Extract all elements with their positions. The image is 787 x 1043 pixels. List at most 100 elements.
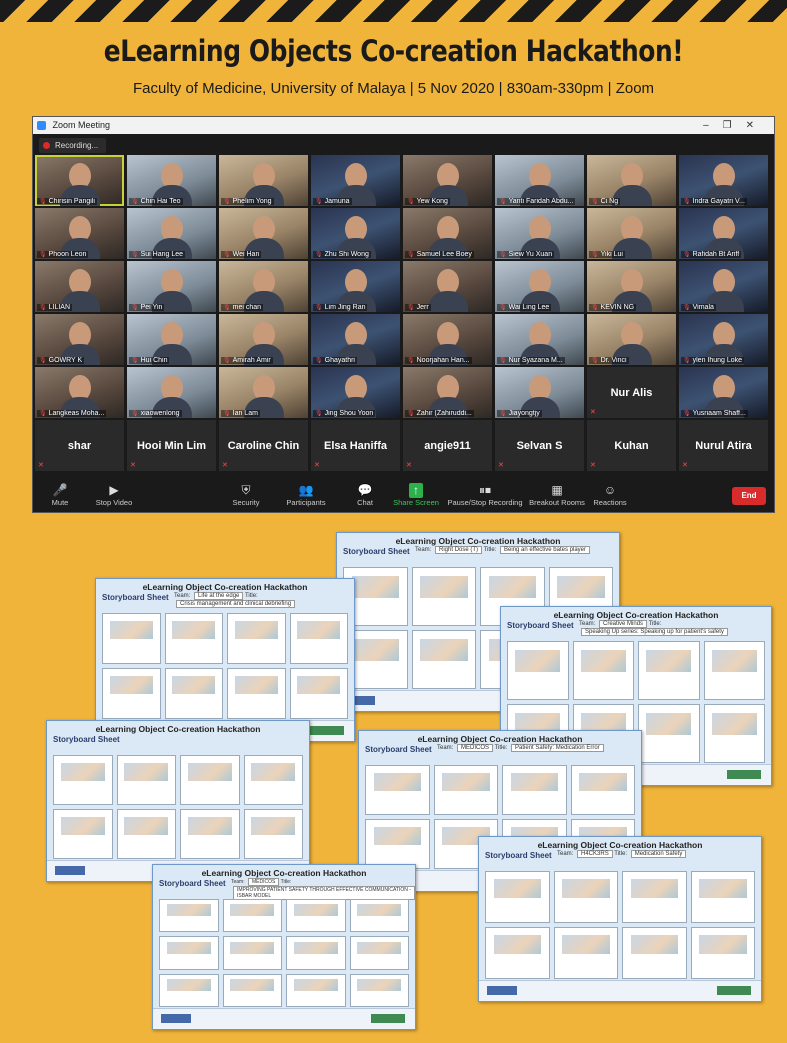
muted-mic-icon: 🎙: [131, 199, 139, 205]
muted-mic-icon: 🎙: [407, 252, 415, 258]
participant-tile[interactable]: 🎙 mei chan: [219, 261, 308, 312]
participant-tile[interactable]: 🎙 Vimala: [679, 261, 768, 312]
participant-tile[interactable]: 🎙 Samuel Lee Boey: [403, 208, 492, 259]
participant-tile[interactable]: angie911 ✕: [403, 420, 492, 471]
participant-tile[interactable]: 🎙 Nur Syazana M...: [495, 314, 584, 365]
sheet-team-title: Team: Right Dose (T) Title: Being an eff…: [415, 546, 590, 554]
muted-mic-icon: 🎙: [407, 305, 415, 311]
participant-tile[interactable]: 🎙 Zhu Shi Wong: [311, 208, 400, 259]
participant-tile[interactable]: 🎙 Ci Ng: [587, 155, 676, 206]
participant-name: angie911: [424, 439, 471, 452]
muted-mic-icon: ✕: [406, 462, 412, 469]
muted-mic-icon: 🎙: [131, 358, 139, 364]
mute-button[interactable]: 🎤 Mute: [45, 483, 75, 507]
sheet-header: eLearning Object Co-creation Hackathon: [142, 582, 308, 592]
participant-tile[interactable]: 🎙 xiaowenlong: [127, 367, 216, 418]
storyboard-sheet: eLearning Object Co-creation Hackathon S…: [478, 836, 762, 1002]
participant-tile[interactable]: 🎙 KEVIN NG: [587, 261, 676, 312]
participant-tile[interactable]: 🎙 Dr. Vinci: [587, 314, 676, 365]
muted-mic-icon: 🎙: [407, 199, 415, 205]
participant-tile[interactable]: 🎙 Sui Hang Lee: [127, 208, 216, 259]
participant-tile[interactable]: 🎙 Pei Yin: [127, 261, 216, 312]
participant-tile[interactable]: 🎙 Phelim Yong: [219, 155, 308, 206]
participant-tile[interactable]: 🎙 Wai Ling Lee: [495, 261, 584, 312]
participant-tile[interactable]: 🎙 Ghayathri: [311, 314, 400, 365]
sheet-team-title: Team: Creative Minds Title: Speaking Up …: [579, 620, 771, 636]
participant-tile[interactable]: 🎙 Siew Yu Xuan: [495, 208, 584, 259]
participant-tile[interactable]: 🎙 Hui Chin: [127, 314, 216, 365]
participant-tile[interactable]: Caroline Chin ✕: [219, 420, 308, 471]
participant-tile[interactable]: Kuhan ✕: [587, 420, 676, 471]
muted-mic-icon: 🎙: [683, 358, 691, 364]
poster-title: eLearning Objects Co-creation Hackathon!: [103, 34, 684, 68]
breakout-rooms-button[interactable]: ▦ Breakout Rooms: [529, 483, 585, 507]
security-button[interactable]: ⛨ Security: [229, 483, 263, 507]
participant-tile[interactable]: Elsa Haniffa ✕: [311, 420, 400, 471]
window-controls[interactable]: –❐✕: [703, 117, 768, 134]
muted-mic-icon: 🎙: [407, 358, 415, 364]
participant-tile[interactable]: Nurul Atira ✕: [679, 420, 768, 471]
participant-name: 🎙 Ghayathri: [313, 357, 357, 364]
muted-mic-icon: 🎙: [131, 305, 139, 311]
participant-tile[interactable]: 🎙 Ian Lam: [219, 367, 308, 418]
participant-tile[interactable]: 🎙 Jamuna: [311, 155, 400, 206]
participant-tile[interactable]: 🎙 Yew Kong: [403, 155, 492, 206]
participant-tile[interactable]: 🎙 Wei Han: [219, 208, 308, 259]
participant-tile[interactable]: 🎙 Yusriaam Shaff...: [679, 367, 768, 418]
participant-tile[interactable]: 🎙 Chirisin Pangili: [35, 155, 124, 206]
participant-tile[interactable]: 🎙 Noorjahan Han...: [403, 314, 492, 365]
participant-tile[interactable]: 🎙 Jing Shou Yoon: [311, 367, 400, 418]
chat-button[interactable]: 💬 Chat: [351, 483, 379, 507]
participant-name: 🎙 mei chan: [221, 304, 264, 311]
muted-mic-icon: 🎙: [591, 358, 599, 364]
participant-name: 🎙 GOWRY K: [37, 357, 85, 364]
sheet-footer-logos: [153, 1008, 415, 1029]
end-meeting-button[interactable]: End: [732, 487, 766, 505]
participant-name: 🎙 Noorjahan Han...: [405, 357, 472, 364]
participant-tile[interactable]: 🎙 Chin Hai Teo: [127, 155, 216, 206]
muted-mic-icon: ✕: [130, 462, 136, 469]
stop-video-button[interactable]: ▶ Stop Video: [89, 483, 139, 507]
participant-tile[interactable]: Nur Alis ✕: [587, 367, 676, 418]
muted-mic-icon: 🎙: [315, 252, 323, 258]
record-dot-icon: [43, 142, 50, 150]
participant-tile[interactable]: 🎙 Yanti Faridah Abdu...: [495, 155, 584, 206]
participant-tile[interactable]: 🎙 Jerr: [403, 261, 492, 312]
participant-tile[interactable]: 🎙 Amirah Amir: [219, 314, 308, 365]
chat-bubble-icon: 💬: [357, 483, 373, 497]
participants-button[interactable]: 👥 Participants: [283, 483, 329, 507]
muted-mic-icon: 🎙: [39, 252, 47, 258]
muted-mic-icon: 🎙: [591, 252, 599, 258]
meeting-toolbar: 🎤 Mute ▶ Stop Video ⛨ Security 👥 Participant…: [33, 480, 774, 512]
participant-tile[interactable]: 🎙 Jiayongtjy: [495, 367, 584, 418]
participant-tile[interactable]: 🎙 Indra Gayatri V...: [679, 155, 768, 206]
participant-tile[interactable]: 🎙 Zahir (Zahiruddi...: [403, 367, 492, 418]
recording-indicator[interactable]: Recording...: [39, 138, 107, 153]
participant-tile[interactable]: 🎙 Lim Jing Ran: [311, 261, 400, 312]
participant-tile[interactable]: 🎙 Phoon Leon: [35, 208, 124, 259]
participant-name: 🎙 Jiayongtjy: [497, 410, 542, 417]
participant-tile[interactable]: 🎙 Yiki Lui: [587, 208, 676, 259]
participant-tile[interactable]: 🎙 GOWRY K: [35, 314, 124, 365]
participant-name: 🎙 Rafidah Bt Ariff: [681, 251, 742, 258]
participant-tile[interactable]: 🎙 ylen Ihung Loke: [679, 314, 768, 365]
participant-tile[interactable]: shar ✕: [35, 420, 124, 471]
participant-tile[interactable]: 🎙 Langkeas Moha...: [35, 367, 124, 418]
share-screen-button[interactable]: ↑ Share Screen: [393, 483, 439, 507]
sheet-footer-logos: [479, 980, 761, 1001]
muted-mic-icon: 🎙: [223, 305, 231, 311]
participant-name: 🎙 Chin Hai Teo: [129, 198, 183, 205]
zoom-icon: [37, 121, 46, 131]
participant-tile[interactable]: Hooi Min Lim ✕: [127, 420, 216, 471]
participant-tile[interactable]: 🎙 LILIAN: [35, 261, 124, 312]
muted-mic-icon: ✕: [682, 462, 688, 469]
muted-mic-icon: 🎙: [223, 199, 231, 205]
participant-tile[interactable]: Selvan S ✕: [495, 420, 584, 471]
sheet-storyboard-label: Storyboard Sheet: [343, 547, 410, 556]
participant-name: 🎙 Nur Syazana M...: [497, 357, 565, 364]
microphone-icon: 🎤: [52, 483, 68, 497]
reactions-button[interactable]: ☺ Reactions: [593, 483, 627, 507]
pause-recording-button[interactable]: ⏸⏹ Pause/Stop Recording: [447, 483, 523, 507]
poster-subtitle: Faculty of Medicine, University of Malay…: [132, 80, 655, 97]
participant-tile[interactable]: 🎙 Rafidah Bt Ariff: [679, 208, 768, 259]
